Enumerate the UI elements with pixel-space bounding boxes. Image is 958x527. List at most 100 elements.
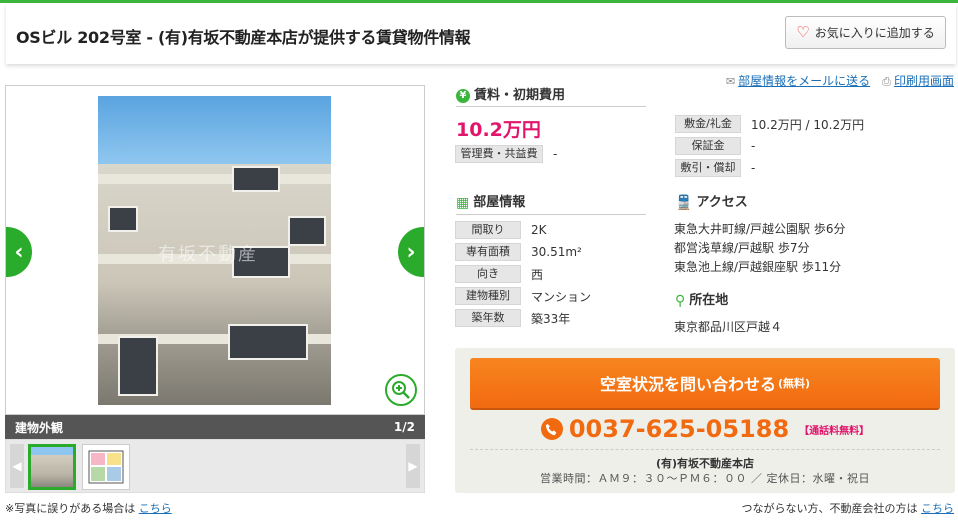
address: 東京都品川区戸越４ [674, 320, 783, 334]
phone-number-row: 0037-625-05188 【通話料無料】 [455, 415, 955, 443]
utility-links: ✉ 部屋情報をメールに送る ⎙ 印刷用画面 [726, 72, 954, 89]
access-list: 東急大井町線/戸越公園駅 歩6分 都営浅草線/戸越駅 歩7分 東急池上線/戸越銀… [674, 220, 846, 277]
company-name: (有)有坂不動産本店 [655, 457, 755, 470]
access-heading: 🚆 アクセス [675, 191, 845, 214]
floorplan-image [88, 450, 124, 484]
guarantee-value: - [751, 139, 756, 153]
photo-error-text: ※写真に誤りがある場合は [5, 502, 136, 515]
area-label: 専有面積 [455, 243, 521, 261]
deposit-value: 10.2万円 / 10.2万円 [751, 117, 865, 132]
photo-doorway [118, 336, 158, 396]
phone-icon [540, 418, 563, 440]
room-row: 建物種別 マンション [455, 287, 591, 305]
photo-window [288, 216, 326, 246]
next-photo-button[interactable]: › [398, 227, 424, 277]
thumbnail-exterior[interactable] [28, 444, 76, 490]
caret-right-icon: ▶ [408, 459, 418, 473]
bottom-note-link[interactable]: こちら [921, 502, 954, 515]
train-icon: 🚆 [675, 194, 693, 211]
location-heading: ⚲ 所在地 [675, 289, 845, 312]
print-link-label: 印刷用画面 [893, 74, 954, 88]
room-row: 間取り 2K [455, 221, 547, 239]
photo-error-note: ※写真に誤りがある場合は こちら [5, 500, 172, 516]
envelope-icon: ✉ [725, 75, 736, 88]
printer-icon: ⎙ [882, 75, 891, 88]
bottom-note: つながらない方、不動産会社の方は こちら [742, 500, 955, 516]
inquire-button-label: 空室状況を問い合わせる [599, 375, 776, 394]
guarantee-row: 保証金 - [675, 137, 755, 155]
thumbnail-exterior-image [31, 447, 73, 487]
yen-icon: ¥ [456, 88, 470, 103]
rent-heading: ¥ 賃料・初期費用 [456, 84, 646, 107]
photo-window [108, 206, 138, 232]
layout-label: 間取り [455, 221, 521, 239]
prev-photo-button[interactable]: ‹ [6, 227, 32, 277]
map-pin-icon: ⚲ [675, 292, 686, 309]
room-heading: ▦ 部屋情報 [456, 191, 646, 215]
room-row: 向き 西 [455, 265, 543, 283]
room-heading-label: 部屋情報 [473, 195, 526, 210]
access-line: 都営浅草線/戸越駅 歩7分 [674, 241, 810, 255]
area-value: 30.51m² [531, 245, 582, 259]
photo-caption-bar: 建物外観 1/2 [5, 415, 425, 439]
age-label: 築年数 [455, 309, 521, 327]
rent-price: 10.2万円 [456, 119, 541, 141]
building-photo[interactable]: 有坂不動産 [98, 96, 331, 405]
heart-icon: ♡ [796, 23, 810, 41]
bottom-note-text: つながらない方、不動産会社の方は [741, 502, 918, 515]
direction-value: 西 [531, 267, 544, 282]
photo-watermark: 有坂不動産 [158, 244, 258, 265]
mail-link[interactable]: ✉ 部屋情報をメールに送る [726, 72, 870, 89]
photo-error-link[interactable]: こちら [139, 502, 172, 515]
thumbnail-strip: ◀ ▶ [5, 439, 425, 493]
access-line: 東急池上線/戸越銀座駅 歩11分 [674, 260, 842, 274]
photo-floor-band [98, 174, 331, 184]
chevron-left-icon: ‹ [14, 239, 24, 265]
photo-window [232, 166, 280, 192]
business-hours: 営業時間：ＡＭ９：３０〜ＰＭ６：００ ／ 定休日：水曜・祝日 [540, 472, 870, 485]
chevron-right-icon: › [406, 239, 416, 265]
title-bar: OSビル 202号室 - (有)有坂不動産本店が提供する賃貸物件情報 ♡ お気に… [6, 4, 956, 64]
add-favorite-label: お気に入りに追加する [814, 26, 935, 40]
caret-left-icon: ◀ [12, 459, 22, 473]
room-row: 専有面積 30.51m² [455, 243, 582, 261]
zoom-in-icon [392, 381, 410, 399]
contact-divider [470, 449, 940, 450]
phone-number[interactable]: 0037-625-05188 [569, 415, 789, 443]
amortization-row: 敷引・償却 - [675, 159, 755, 177]
inquire-button-note: (無料) [777, 377, 811, 390]
age-value: 築33年 [531, 311, 571, 326]
access-line: 東急大井町線/戸越公園駅 歩6分 [674, 222, 846, 236]
toll-free-note: 【通話料無料】 [799, 425, 870, 437]
print-link[interactable]: ⎙ 印刷用画面 [882, 72, 954, 89]
thumbnail-floorplan[interactable] [82, 444, 130, 490]
photo-window [228, 324, 308, 360]
building-type-value: マンション [531, 289, 592, 304]
floorplan-icon: ▦ [456, 194, 470, 211]
photo-caption: 建物外観 [15, 420, 64, 435]
mail-link-label: 部屋情報をメールに送る [738, 74, 871, 88]
building-type-label: 建物種別 [455, 287, 521, 305]
add-favorite-button[interactable]: ♡ お気に入りに追加する [785, 16, 946, 49]
guarantee-label: 保証金 [675, 137, 741, 155]
deposit-label: 敷金/礼金 [675, 115, 741, 133]
inquire-vacancy-button[interactable]: 空室状況を問い合わせる (無料) [470, 358, 940, 408]
direction-label: 向き [455, 265, 521, 283]
rent-heading-label: 賃料・初期費用 [474, 88, 566, 103]
mgmt-fee-value: - [553, 147, 558, 161]
access-heading-label: アクセス [696, 195, 748, 210]
photo-counter: 1/2 [393, 420, 415, 434]
room-row: 築年数 築33年 [455, 309, 570, 327]
amortization-value: - [751, 161, 756, 175]
location-heading-label: 所在地 [689, 293, 729, 308]
mgmt-fee-label: 管理費・共益費 [455, 145, 543, 163]
zoom-button[interactable] [385, 374, 417, 406]
deposit-row: 敷金/礼金 10.2万円 / 10.2万円 [675, 115, 864, 133]
mgmt-fee-row: 管理費・共益費 - [455, 145, 557, 163]
contact-box: 空室状況を問い合わせる (無料) 0037-625-05188 【通話料無料】 (有… [455, 348, 955, 493]
amortization-label: 敷引・償却 [675, 159, 741, 177]
photo-gallery: 有坂不動産 ‹ › [5, 85, 425, 415]
thumb-next-button[interactable]: ▶ [406, 444, 420, 488]
thumb-prev-button[interactable]: ◀ [10, 444, 24, 488]
layout-value: 2K [531, 223, 547, 237]
